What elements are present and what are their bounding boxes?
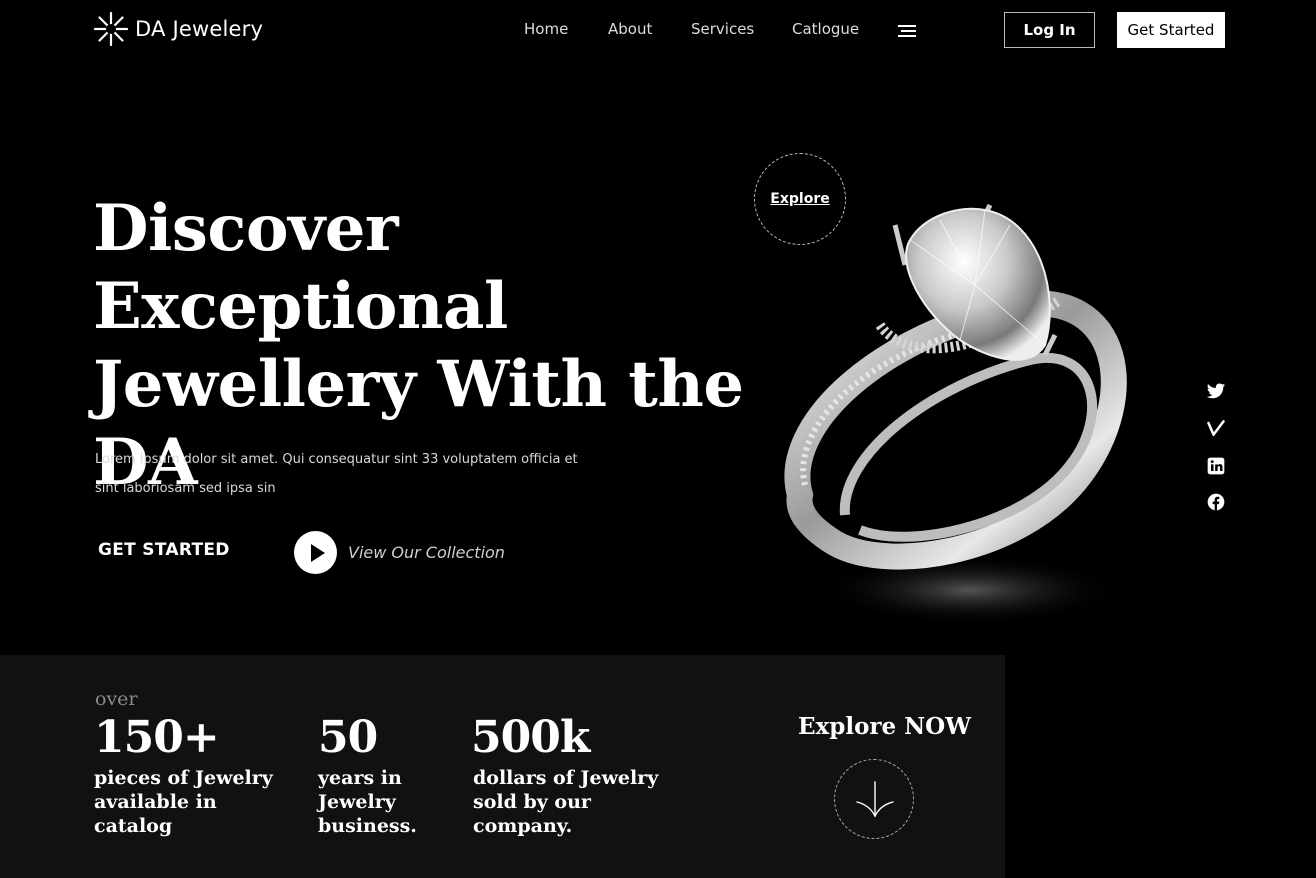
stat-desc-line: years in [318, 767, 402, 789]
headline-line-2: Jewellery With the [93, 347, 744, 422]
stat-value-years: 50 [318, 712, 378, 763]
play-icon [310, 543, 325, 562]
stat-desc-line: company. [473, 815, 573, 837]
stat-desc-years: years in Jewelry business. [318, 766, 417, 838]
nav-about[interactable]: About [608, 20, 652, 38]
get-started-button[interactable]: Get Started [1117, 12, 1225, 48]
brand-name: DA Jewelery [135, 17, 264, 41]
stat-desc-line: pieces of Jewelry [94, 767, 273, 789]
stat-desc-sales: dollars of Jewelry sold by our company. [473, 766, 658, 838]
twitter-icon[interactable] [1206, 381, 1226, 401]
headline-line-1: Discover Exceptional [93, 191, 508, 344]
brand-logo[interactable]: DA Jewelery [93, 11, 263, 47]
vimeo-icon[interactable] [1206, 418, 1226, 438]
linkedin-icon[interactable] [1206, 456, 1226, 476]
login-button[interactable]: Log In [1004, 12, 1095, 48]
stat-value-catalog: 150+ [94, 712, 220, 763]
menu-icon[interactable] [898, 24, 918, 38]
stat-prefix: over [95, 688, 138, 710]
stat-desc-catalog: pieces of Jewelry available in catalog [94, 766, 273, 838]
stat-desc-line: available in [94, 791, 217, 813]
nav-catalogue[interactable]: Catlogue [792, 20, 859, 38]
explore-now-heading: Explore NOW [798, 713, 972, 740]
arrow-down-icon [856, 781, 894, 818]
play-button[interactable] [294, 531, 337, 574]
stat-value-sales: 500k [471, 712, 590, 763]
facebook-icon[interactable] [1206, 492, 1226, 512]
hero-lead-text: Lorem ipsum dolor sit amet. Qui consequa… [95, 452, 578, 496]
sparkle-logo-icon [93, 11, 129, 47]
scroll-down-button[interactable] [834, 759, 914, 839]
nav-services[interactable]: Services [691, 20, 754, 38]
stat-desc-line: business. [318, 815, 417, 837]
nav-home[interactable]: Home [524, 20, 568, 38]
stat-desc-line: sold by our [473, 791, 591, 813]
stat-desc-line: Jewelry [318, 791, 396, 813]
stat-desc-line: catalog [94, 815, 173, 837]
ring-image [784, 203, 1127, 625]
stat-desc-line: dollars of Jewelry [473, 767, 659, 789]
view-collection-link[interactable]: View Our Collection [348, 543, 505, 562]
get-started-cta[interactable]: GET STARTED [98, 540, 230, 560]
